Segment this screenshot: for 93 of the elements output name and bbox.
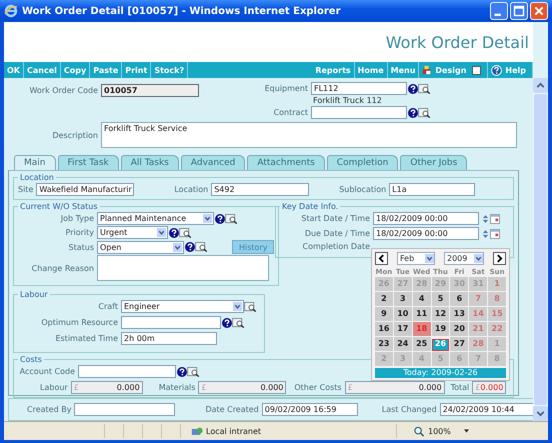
security-zone: Local intranet: [206, 426, 262, 436]
tab[interactable]: Attachments: [247, 155, 325, 170]
field-label: Description: [51, 130, 98, 140]
section-title: Labour: [19, 290, 49, 299]
field-label: Date Created: [205, 405, 259, 414]
day-cell[interactable]: 22: [488, 322, 506, 336]
day-cell[interactable]: 12: [432, 307, 450, 321]
day-cell[interactable]: 11: [412, 307, 431, 321]
field-label: Change Reason: [30, 264, 94, 272]
code-field: 010057: [101, 84, 199, 97]
field-label: Other Costs: [294, 383, 342, 392]
field-label: Contract: [272, 108, 308, 117]
field-label: Account Code: [18, 367, 75, 376]
field-label: Status: [68, 242, 94, 252]
text-field[interactable]: S492: [211, 183, 310, 196]
field-label: Work Order Code: [28, 86, 98, 95]
month-dropdown[interactable]: Feb: [397, 252, 435, 265]
field-label: Labour: [40, 383, 68, 392]
text-field[interactable]: 09/02/2009 16:59: [262, 403, 358, 416]
day-cell[interactable]: 15: [488, 307, 506, 321]
section-title: Costs: [19, 355, 43, 364]
field-label: Due Date / Time: [304, 229, 370, 238]
window-title: Work Order Detail [010057] - Windows Internet Explorer: [22, 6, 341, 16]
currency-field: £ 0.000: [198, 381, 286, 394]
day-cell[interactable]: 19: [432, 322, 450, 336]
tab[interactable]: Other Jobs: [400, 155, 468, 170]
page-title: Work Order Detail: [386, 32, 529, 52]
text-field[interactable]: L1a: [389, 183, 476, 196]
text-field[interactable]: Wakefield Manufacturir: [36, 183, 134, 196]
dropdown[interactable]: Engineer: [121, 300, 244, 313]
year-dropdown[interactable]: 2009: [444, 252, 484, 265]
field-label: Location: [174, 185, 208, 194]
day-cell[interactable]: 4: [412, 292, 431, 306]
dropdown[interactable]: Urgent: [97, 226, 168, 239]
field-label: Last Changed: [382, 405, 437, 414]
day-cell[interactable]: 27: [450, 337, 468, 351]
dropdown[interactable]: Open: [97, 240, 184, 254]
day-cell[interactable]: 7: [469, 292, 488, 306]
day-cell[interactable]: 25: [412, 337, 431, 351]
toolbar-link[interactable]: Design: [432, 66, 470, 74]
today-bar[interactable]: Today: 2009-02-26: [375, 368, 506, 378]
field-label: Craft: [97, 302, 118, 311]
field-label: Created By: [27, 405, 72, 414]
field-label: Estimated Time: [54, 334, 118, 343]
day-cell[interactable]: 5: [432, 292, 450, 306]
day-cell[interactable]: 10: [394, 307, 412, 321]
field-label: Site: [18, 185, 34, 194]
day-cell[interactable]: 3: [394, 292, 412, 306]
currency-field: £ 0.000: [344, 381, 445, 394]
day-cell[interactable]: 1: [488, 277, 506, 291]
section-title: Location: [19, 173, 55, 182]
date-field[interactable]: 18/02/2009 00:00: [373, 227, 479, 240]
field-label: Completion Date: [302, 242, 370, 251]
text-field[interactable]: 2h 00m: [121, 332, 217, 345]
day-cell[interactable]: 21: [469, 322, 488, 336]
tab[interactable]: Advanced: [180, 155, 246, 170]
tab[interactable]: First Task: [58, 155, 119, 170]
currency-field: £0.000: [472, 381, 506, 394]
field-label: Materials: [158, 383, 196, 392]
day-cell[interactable]: 24: [394, 337, 412, 351]
day-cell[interactable]: 8: [488, 292, 506, 306]
section-title: Current W/O Status: [19, 202, 99, 211]
section-title: Key Date Info.: [281, 202, 340, 211]
dropdown[interactable]: Planned Maintenance: [97, 212, 214, 225]
equipment-name: Forklift Truck 112: [313, 96, 383, 105]
toolbar-link[interactable]: Help: [502, 66, 529, 74]
day-cell[interactable]: 2: [375, 292, 393, 306]
tab[interactable]: Main: [14, 155, 56, 170]
zoom-level[interactable]: 100%: [428, 426, 451, 436]
day-cell[interactable]: 26: [432, 339, 450, 351]
day-cell[interactable]: 20: [450, 322, 468, 336]
date-field[interactable]: 18/02/2009 00:00: [373, 212, 479, 225]
day-cell[interactable]: 28: [469, 337, 488, 351]
day-cell[interactable]: 9: [375, 307, 393, 321]
currency-field: £ 0.000: [70, 381, 143, 394]
day-cell[interactable]: 17: [394, 322, 412, 336]
day-cell[interactable]: 23: [375, 337, 393, 351]
tab[interactable]: All Tasks: [120, 155, 179, 170]
text-area[interactable]: Forklift Truck Service: [101, 122, 517, 148]
day-cell[interactable]: 14: [469, 307, 488, 321]
field-label: Optimum Resource: [40, 318, 118, 327]
field-label: Job Type: [59, 214, 94, 223]
text-field[interactable]: 24/02/2009 10:44: [440, 403, 533, 416]
day-cell[interactable]: 13: [450, 307, 468, 321]
field-label: Start Date / Time: [300, 214, 370, 223]
field-label: Priority: [64, 228, 94, 237]
field-label: Sublocation: [339, 185, 386, 194]
day-cell[interactable]: 16: [375, 322, 393, 336]
tab[interactable]: Completion: [326, 155, 398, 170]
field-label: Total: [450, 383, 470, 392]
day-cell[interactable]: 6: [450, 292, 468, 306]
field-label: Equipment: [264, 84, 308, 93]
text-field[interactable]: FL112: [311, 82, 407, 95]
